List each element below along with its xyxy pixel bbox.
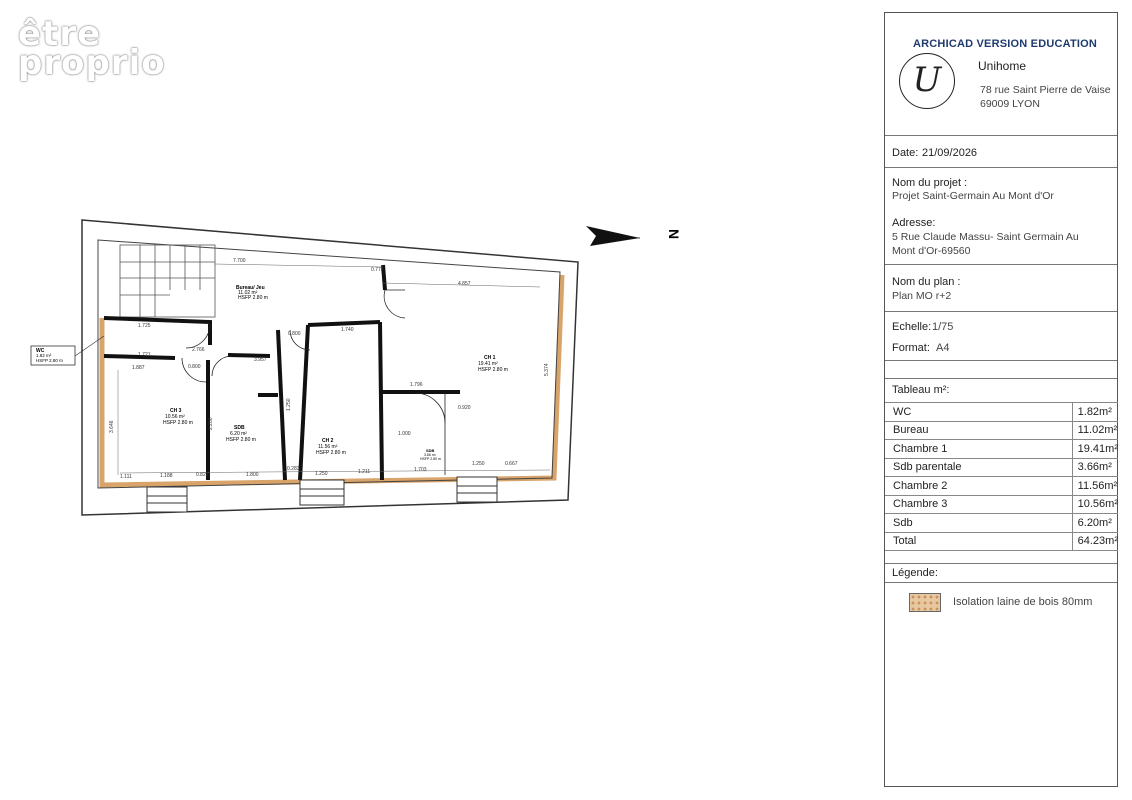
room-sdb2-hsfp: HSFP 2.80 m (420, 457, 441, 461)
dim-label: 1.703 (414, 467, 427, 473)
row-area: 3.66m² (1071, 457, 1118, 477)
dim-label: 0.800 (288, 331, 301, 337)
area-table: WC 1.82m² Bureau 11.02m² Chambre 1 19.41m² Sdb… (885, 402, 1118, 551)
dim-label: 1.887 (132, 365, 145, 371)
dim-label: 0.772 (371, 267, 384, 273)
row-room: Bureau (885, 420, 1073, 440)
dim-label: 2.766 (192, 347, 205, 353)
header-section: ARCHICAD VERSION EDUCATION U Unihome 78 … (885, 13, 1117, 136)
dim-label: 0.822 (196, 472, 209, 478)
format-label: Format: (892, 342, 930, 354)
table-row: Sdb 6.20m² (885, 513, 1118, 532)
scale-label: Echelle: (892, 321, 932, 333)
title-block: ARCHICAD VERSION EDUCATION U Unihome 78 … (884, 12, 1118, 787)
room-bureau-hsfp: HSFP 2.80 m (238, 295, 268, 301)
wc-hsfp: HSFP 2.80 m (36, 358, 63, 363)
floor-plan: WC 1.82 m² HSFP 2.80 m Bureau/ Jeu 11.02… (30, 219, 682, 516)
address-value: 5 Rue Claude Massu- Saint Germain Au Mon… (892, 231, 1079, 257)
spacer-section (885, 361, 1117, 379)
row-room: Sdb (885, 513, 1073, 532)
dim-label: 1.796 (410, 382, 423, 388)
room-ch1-hsfp: HSFP 2.80 m (478, 367, 508, 373)
project-label: Nom du projet : (892, 177, 968, 189)
legend-label: Légende: (892, 567, 938, 579)
dim-label: 4.857 (458, 281, 471, 287)
address-label: Adresse: (892, 217, 936, 229)
north-arrow-icon (586, 226, 641, 246)
plan-label: Nom du plan : (892, 276, 961, 288)
date-label: Date: (892, 147, 919, 159)
dim-label: 1.721 (138, 352, 151, 358)
plan-name-section: Nom du plan : Plan MO r+2 (885, 265, 1117, 312)
insulation-swatch-icon (909, 593, 941, 612)
logo-letter: U (912, 60, 942, 100)
company-logo-icon: U (899, 53, 955, 109)
table-row: Chambre 3 10.56m² (885, 494, 1118, 514)
company-name: Unihome (978, 59, 1027, 73)
row-room: Chambre 3 (885, 494, 1073, 514)
dim-label: 3.957 (254, 357, 267, 363)
dim-label: 1.250 (286, 398, 292, 411)
software-title: ARCHICAD VERSION EDUCATION (913, 38, 1098, 50)
row-area: 11.02m² (1071, 420, 1118, 440)
row-area: 1.82m² (1071, 402, 1118, 421)
scale-value: 1/75 (932, 321, 954, 333)
dim-label: 0.667 (505, 461, 518, 467)
dim-label: 1.211 (358, 469, 370, 475)
row-room: Chambre 2 (885, 476, 1073, 495)
room-ch3-hsfp: HSFP 2.80 m (163, 420, 193, 426)
dim-label: 0.920 (458, 405, 471, 411)
room-ch2-hsfp: HSFP 2.80 m (316, 450, 346, 456)
total-label: Total (885, 531, 1073, 551)
total-value: 64.23m² (1071, 531, 1118, 551)
dim-label: 0.283 (287, 466, 300, 472)
legend-header: Légende: (885, 563, 1117, 583)
room-sdb-hsfp: HSFP 2.80 m (226, 437, 256, 443)
format-value: A4 (936, 342, 950, 354)
scale-section: Echelle: 1/75 Format: A4 (885, 312, 1117, 361)
dim-label: 1.250 (315, 471, 328, 477)
row-area: 10.56m² (1071, 494, 1118, 514)
date-section: Date: 21/09/2026 (885, 136, 1117, 168)
date-value: 21/09/2026 (922, 147, 978, 159)
row-area: 6.20m² (1071, 513, 1118, 532)
dim-label: 1.111 (120, 474, 132, 480)
plan-value: Plan MO r+2 (892, 290, 952, 302)
total-row: Total 64.23m² (885, 531, 1118, 551)
project-value: Projet Saint-Germain Au Mont d'Or (892, 190, 1054, 202)
company-address-line2: 69009 LYON (980, 98, 1040, 110)
dim-label: 1.800 (246, 472, 259, 478)
row-area: 11.56m² (1071, 476, 1118, 495)
row-room: Chambre 1 (885, 439, 1073, 458)
table-row: Bureau 11.02m² (885, 420, 1118, 440)
dim-label: 3.646 (109, 420, 115, 433)
table-row: Chambre 2 11.56m² (885, 476, 1118, 495)
company-address-line1: 78 rue Saint Pierre de Vaise (980, 84, 1111, 96)
dim-label: 0.800 (188, 364, 201, 370)
dim-label: 1.000 (398, 431, 411, 437)
dim-label: 2.200 (208, 417, 214, 430)
project-section: Nom du projet : Projet Saint-Germain Au … (885, 168, 1117, 265)
row-area: 19.41m² (1071, 439, 1118, 458)
table-row: Sdb parentale 3.66m² (885, 457, 1118, 477)
row-room: Sdb parentale (885, 457, 1073, 477)
row-room: WC (885, 402, 1073, 421)
table-title: Tableau m²: (892, 384, 950, 396)
legend-item: Isolation laine de bois 80mm (953, 596, 1093, 608)
dim-label: 1.250 (472, 461, 485, 467)
dim-label: 1.725 (138, 323, 151, 329)
north-label: N (666, 229, 682, 239)
dim-label: 1.188 (160, 473, 173, 479)
table-row: WC 1.82m² (885, 402, 1118, 421)
table-row: Chambre 1 19.41m² (885, 439, 1118, 458)
dim-label: 7.700 (233, 258, 246, 264)
dim-label: 1.740 (341, 327, 354, 333)
dim-label: 5.374 (544, 363, 550, 376)
